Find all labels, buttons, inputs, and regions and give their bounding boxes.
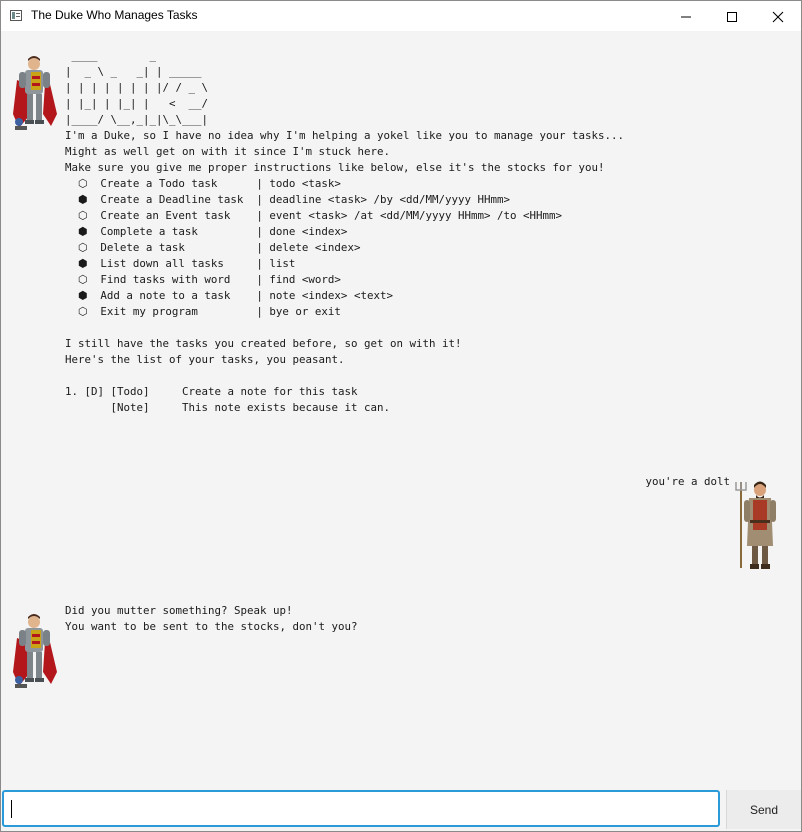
- maximize-button[interactable]: [709, 1, 755, 31]
- close-button[interactable]: [755, 1, 801, 31]
- peasant-avatar-icon: [735, 481, 776, 569]
- minimize-icon: [681, 16, 691, 18]
- maximize-icon: [727, 12, 737, 22]
- command-input[interactable]: [2, 790, 720, 827]
- duke-avatar-icon: [13, 56, 57, 130]
- window-title: The Duke Who Manages Tasks: [31, 8, 198, 22]
- duke-avatar-icon: [13, 614, 57, 688]
- duke-welcome-message: ____ _ | _ \ _ _| | _____ | | | | | | | …: [65, 49, 625, 414]
- text-caret: [11, 800, 12, 818]
- app-window: The Duke Who Manages Tasks ____ _ | _ \ …: [0, 0, 802, 832]
- close-icon: [772, 11, 784, 23]
- minimize-button[interactable]: [663, 1, 709, 31]
- dialog-container[interactable]: ____ _ | _ \ _ _| | _____ | | | | | | | …: [1, 32, 801, 787]
- input-bar: Send: [1, 788, 801, 831]
- send-button[interactable]: Send: [726, 790, 801, 829]
- title-bar[interactable]: The Duke Who Manages Tasks: [1, 1, 801, 31]
- window-app-icon: [10, 10, 22, 21]
- user-message: you're a dolt: [645, 475, 730, 488]
- duke-reply-message: Did you mutter something? Speak up! You …: [65, 604, 358, 633]
